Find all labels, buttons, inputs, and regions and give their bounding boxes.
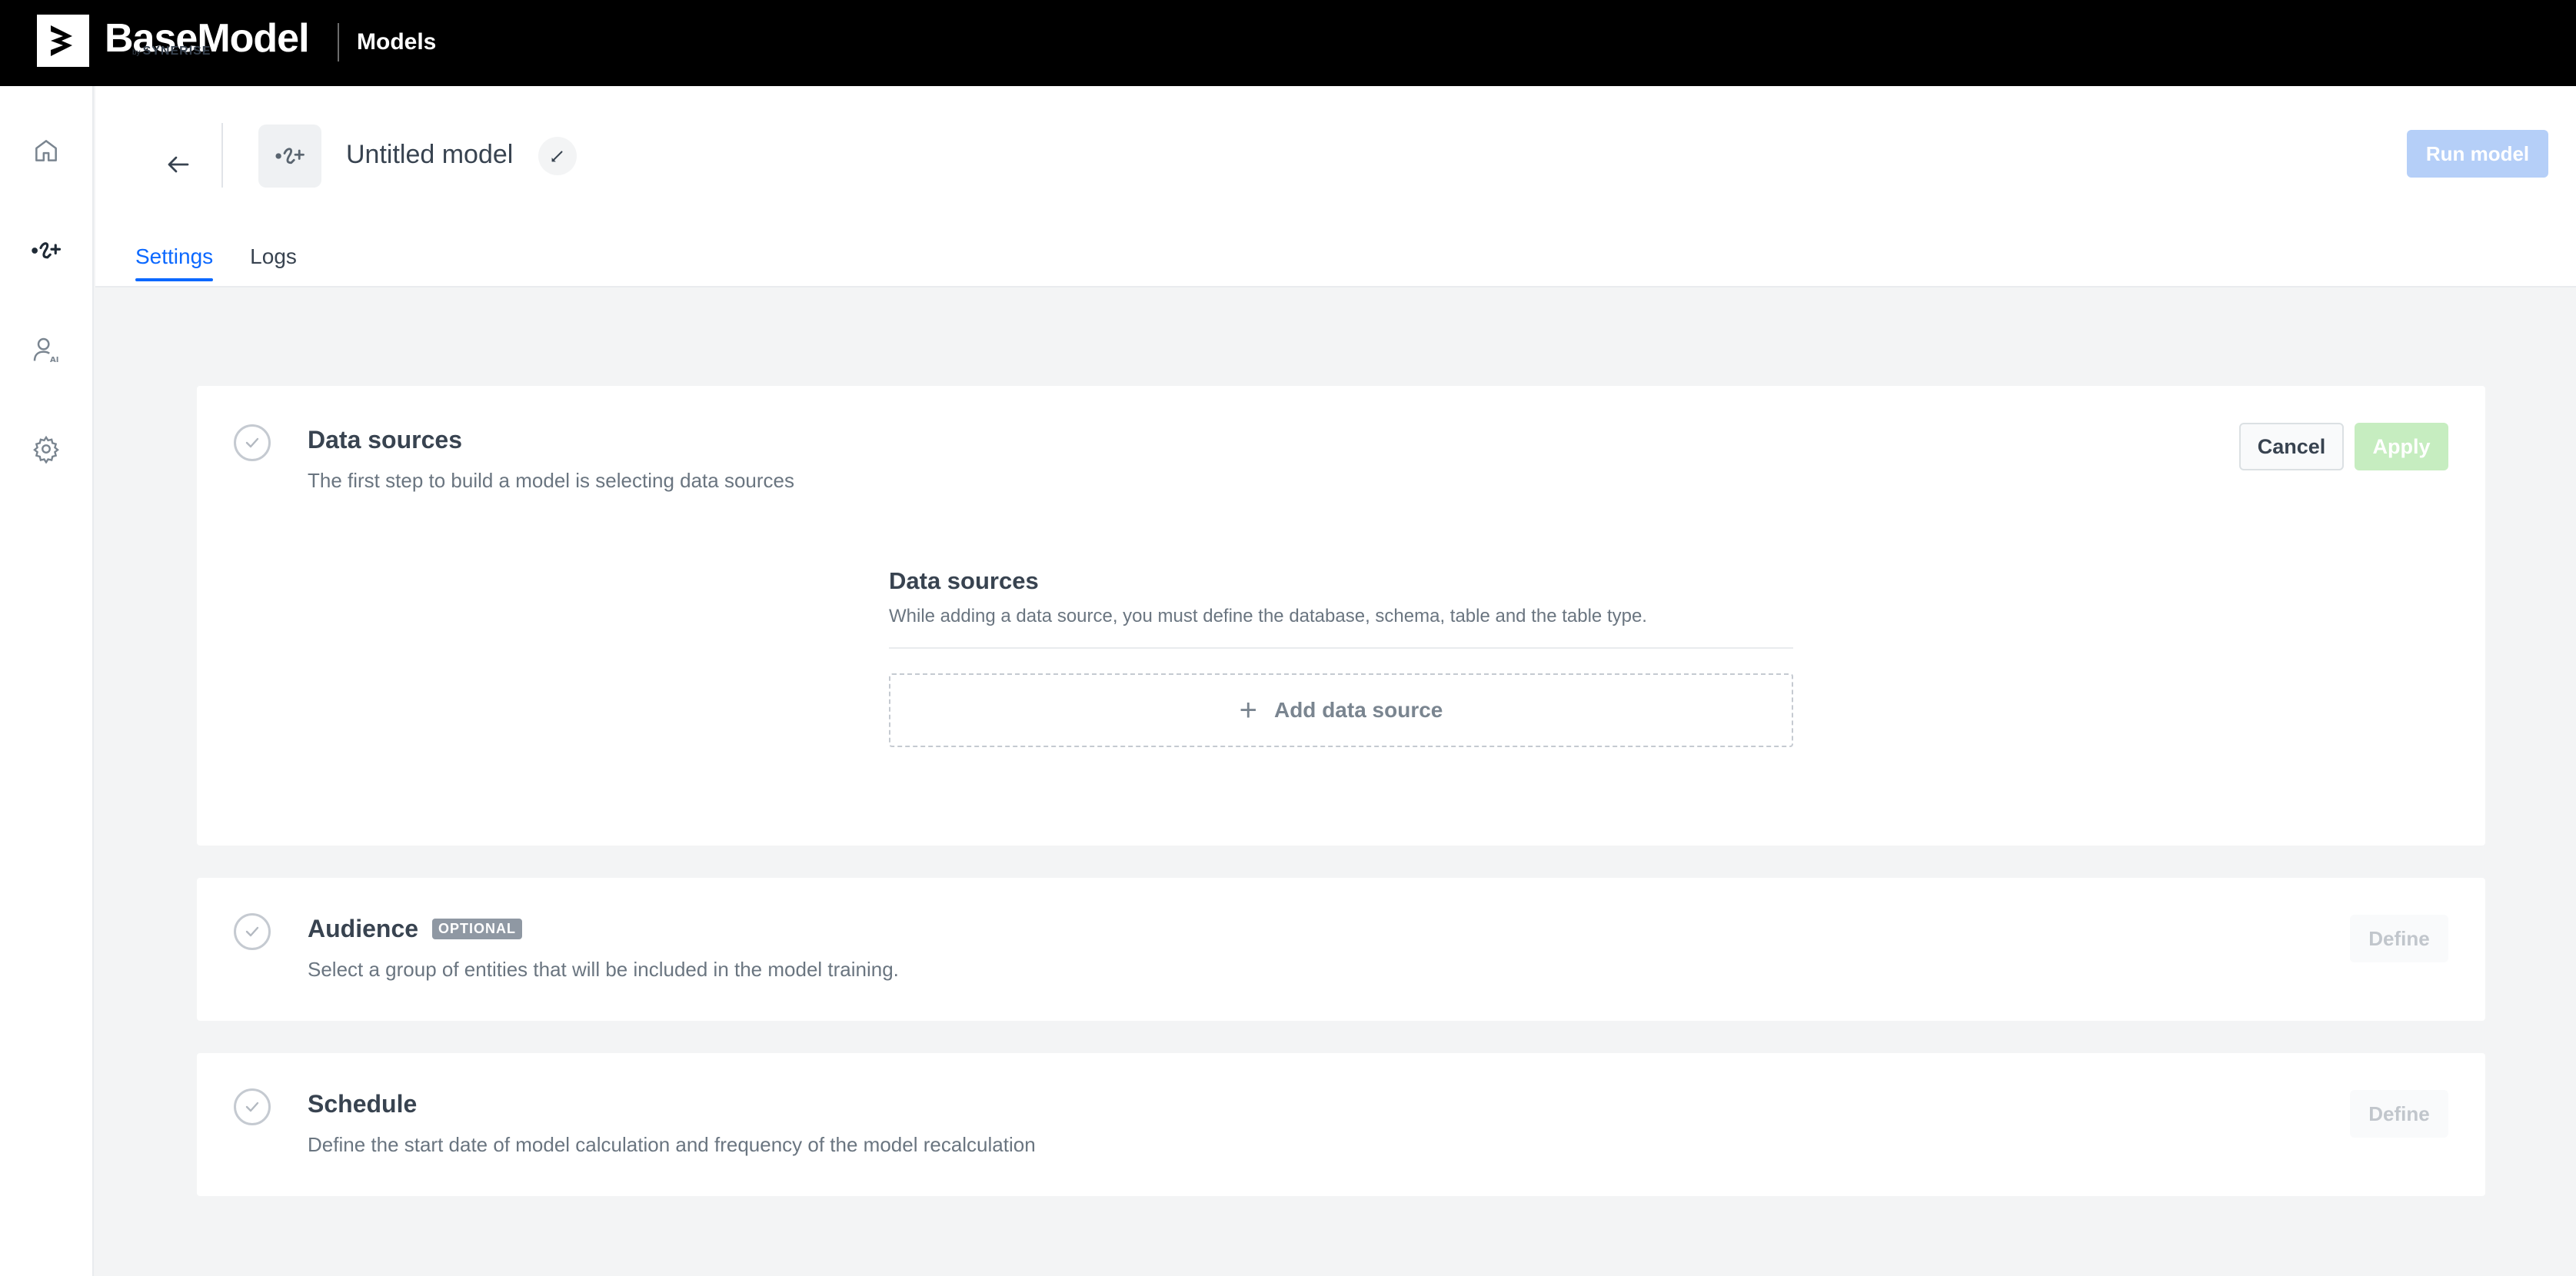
step-check-icon <box>234 1088 271 1125</box>
audience-define-button[interactable]: Define <box>2350 915 2448 962</box>
plus-icon: + <box>1239 693 1257 727</box>
step-description: Define the start date of model calculati… <box>308 1133 1036 1156</box>
add-data-source-button[interactable]: + Add data source <box>889 673 1793 747</box>
audience-title: Audience <box>308 915 419 942</box>
tab-bar: Settings Logs <box>135 244 297 281</box>
section-description: While adding a data source, you must def… <box>889 606 1647 626</box>
brand-by: by <box>132 48 141 57</box>
step-title: Data sources <box>308 426 462 454</box>
basemodel-logo-icon[interactable] <box>37 15 89 67</box>
audience-card: Audience OPTIONAL Select a group of enti… <box>197 878 2485 1021</box>
data-sources-title: Data sources <box>308 426 462 454</box>
svg-text:AI: AI <box>50 356 58 364</box>
run-model-button[interactable]: Run model <box>2407 130 2548 178</box>
step-check-icon <box>234 424 271 461</box>
gear-icon[interactable] <box>28 430 65 467</box>
back-button[interactable] <box>146 132 211 197</box>
tab-settings[interactable]: Settings <box>135 244 214 281</box>
step-description: Select a group of entities that will be … <box>308 958 899 981</box>
user-ai-icon[interactable]: AI <box>28 332 65 369</box>
divider <box>889 647 1793 649</box>
pencil-icon <box>551 151 563 162</box>
apply-button[interactable]: Apply <box>2355 423 2448 470</box>
brand-divider <box>338 23 339 61</box>
step-title: Schedule <box>308 1090 417 1118</box>
add-data-source-label: Add data source <box>1273 698 1443 722</box>
home-icon[interactable] <box>28 132 65 169</box>
section-title: Models <box>357 29 437 55</box>
schedule-card: Schedule Define the start date of model … <box>197 1053 2485 1196</box>
tab-logs[interactable]: Logs <box>250 244 297 280</box>
data-sources-section: Data sources While adding a data source,… <box>889 567 1793 747</box>
step-title: Audience OPTIONAL <box>308 915 523 943</box>
top-bar: BaseModel by SYNERISE Models <box>0 0 2576 86</box>
schedule-define-button[interactable]: Define <box>2350 1090 2448 1138</box>
models-icon[interactable] <box>28 232 65 269</box>
step-check-icon <box>234 913 271 950</box>
cancel-button[interactable]: Cancel <box>2239 423 2344 470</box>
page-header: Untitled model Run model Settings Logs <box>95 86 2576 287</box>
model-icon <box>258 125 321 188</box>
data-sources-card: Data sources The first step to build a m… <box>197 386 2485 846</box>
section-title: Data sources <box>889 567 1039 594</box>
edit-title-button[interactable] <box>538 137 577 175</box>
optional-badge: OPTIONAL <box>432 919 523 939</box>
brand-company-name: SYNERISE <box>142 45 211 58</box>
step-description: The first step to build a model is selec… <box>308 469 794 492</box>
schedule-title: Schedule <box>308 1090 418 1118</box>
arrow-left-icon <box>168 156 189 173</box>
brand-company: by SYNERISE <box>132 45 211 58</box>
page-title: Untitled model <box>346 140 514 169</box>
sidebar: AI <box>0 86 94 1276</box>
header-divider <box>221 123 223 188</box>
